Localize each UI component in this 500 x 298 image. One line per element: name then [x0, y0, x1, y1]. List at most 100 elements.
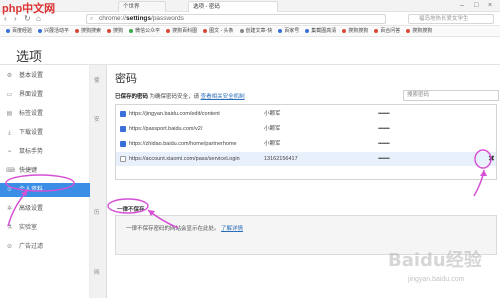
user-icon: ☺ [6, 187, 13, 193]
page-icon: ⌕ [90, 16, 94, 22]
browser-tab-options[interactable]: 选项 - 密码 [188, 1, 278, 12]
sidebar-item[interactable]: ▤ 标签设置 [6, 107, 90, 121]
sidebar-item[interactable]: ⚗ 实验室 [6, 221, 90, 235]
section-letter: 历 [94, 210, 100, 216]
advanced-icon: ✲ [6, 206, 13, 212]
password-username: 小颗军 [264, 111, 281, 117]
bookmark-item[interactable]: 创建文章-快 [239, 26, 273, 36]
lab-icon: ⚗ [6, 225, 13, 231]
browser-search-text: 福岛地热长爱女学生 [419, 16, 469, 22]
bookmark-label: 搜狗搜狗 [412, 28, 433, 34]
bookmark-label: 图文 - 头条 [209, 28, 234, 34]
bookmark-favicon-icon [278, 28, 283, 33]
sidebar-item[interactable]: ☺ 个人资料 [0, 183, 90, 197]
sidebar-item-label: 个人资料 [19, 187, 44, 193]
sidebar-item[interactable]: ⤓ 下载设置 [6, 126, 90, 140]
password-search-input[interactable]: 搜索密码 [403, 90, 499, 101]
url-prefix: chrome:// [99, 15, 127, 22]
password-row[interactable]: https://jingyan.baidu.com/edit/content 小颗… [116, 107, 496, 121]
bookmark-item[interactable]: 兴展活动平 [38, 26, 70, 36]
logo-text: php中文网 [2, 3, 56, 15]
bookmark-item[interactable]: 百度经验 [6, 26, 32, 36]
browser-tab-1[interactable]: 个世界 [118, 1, 166, 12]
bookmark-favicon-icon [406, 28, 411, 33]
mouse-icon: ⌁ [7, 149, 12, 155]
sidebar-item[interactable]: ⚙ 基本设置 [6, 69, 90, 83]
bookmark-label: 微信公众平 [135, 28, 161, 34]
password-username: 小颗军 [264, 126, 281, 132]
sidebar-item-label: 界面设置 [19, 92, 44, 98]
close-window-icon[interactable]: × [488, 1, 492, 10]
sidebar-item-label: 标签设置 [19, 111, 44, 117]
minimize-icon[interactable]: – [460, 1, 464, 10]
bookmark-favicon-icon [6, 28, 10, 33]
gear-icon: ⚙ [6, 73, 13, 79]
password-masked: •••••••• [378, 141, 390, 147]
download-icon: ⤓ [8, 130, 11, 136]
bookmark-item[interactable]: 百合问答 [374, 26, 400, 36]
url-bold: settings [126, 15, 152, 22]
password-masked: •••••••• [378, 156, 390, 162]
sidebar-item[interactable]: ⌁ 鼠标手势 [6, 145, 90, 159]
sidebar-item-label: 鼠标手势 [19, 149, 44, 155]
page-title: 选项 [16, 49, 43, 64]
saved-note: 为确保密码安全，请 [149, 94, 200, 100]
bookmark-item[interactable]: 搜狗搜狗 [342, 26, 369, 36]
bookmark-item[interactable]: 百家号 [278, 26, 300, 36]
bookmark-item[interactable]: 图文 - 头条 [203, 26, 234, 36]
sidebar-item-label: 快捷键 [19, 168, 38, 174]
bookmark-label: 搜狗搜狗 [348, 28, 369, 34]
tab-label: 个世界 [123, 4, 140, 10]
url-input[interactable]: ⌕ chrome://settings/passwords [86, 14, 386, 24]
password-masked: •••••••• [378, 111, 390, 117]
bookmark-label: 创建文章-快 [245, 28, 273, 34]
sidebar-item-label: 广告过滤 [19, 244, 44, 250]
settings-sidebar: ⚙ 基本设置 ▭ 界面设置 ▤ 标签设置 ⤓ 下载设置 ⌁ 鼠标手势 ⌨ 快捷键 ☺ 个人资料 ✲ 高级设置 ⚗… [0, 65, 90, 298]
baidu-paw-icon [120, 111, 126, 117]
sidebar-item[interactable]: ⌨ 快捷键 [6, 164, 90, 178]
bookmark-label: 集截图高清 [311, 28, 337, 34]
bookmark-item[interactable]: 微信公众平 [129, 26, 161, 36]
tab-label: 选项 - 密码 [193, 4, 220, 10]
tag-icon: ▤ [6, 111, 13, 117]
bookmark-item[interactable]: 搜狗百科图 [166, 26, 197, 36]
bookmark-favicon-icon [374, 28, 379, 33]
never-text: 一律不保存密码的网站会显示在此处。 [126, 226, 220, 232]
filter-icon: ⊘ [6, 244, 13, 250]
bookmark-favicon-icon [305, 28, 310, 33]
maximize-icon[interactable]: □ [474, 1, 478, 10]
password-site-url: https://zhidao.baidu.com/home/partnerhom… [129, 141, 237, 147]
bookmark-label: 百家号 [284, 28, 300, 34]
password-row[interactable]: https://passport.baidu.com/v2/小颗军 •••••••… [116, 122, 496, 136]
password-username: 小颗军 [264, 141, 281, 147]
section-letter: 使 [94, 78, 100, 84]
password-site-url: https://account.xiaomi.com/pass/serviceL… [129, 156, 240, 162]
keyboard-icon: ⌨ [6, 168, 15, 174]
saved-passwords-list: https://jingyan.baidu.com/edit/content 小颗… [115, 104, 497, 180]
sidebar-item-label: 基本设置 [19, 73, 44, 79]
bookmark-favicon-icon [342, 28, 347, 33]
jingyan-watermark: jingyan.baidu.com [408, 276, 465, 283]
baidu-watermark: Baidu经验 [388, 250, 482, 271]
bookmark-item[interactable]: 搜狗 [107, 26, 123, 36]
browser-search-input[interactable]: 福岛地热长爱女学生 [408, 14, 494, 24]
tab-bar: 个世界 选项 - 密码 – □ × [0, 0, 500, 12]
bookmark-favicon-icon [129, 28, 134, 33]
delete-password-icon[interactable]: ✖ [486, 153, 497, 164]
section-letter: 网 [94, 270, 100, 276]
bookmark-item[interactable]: 搜狗搜索 [75, 26, 101, 36]
password-row[interactable]: https://zhidao.baidu.com/home/partnerhom… [116, 137, 496, 151]
bookmark-label: 兴展活动平 [44, 28, 70, 34]
sidebar-item[interactable]: ⊘ 广告过滤 [6, 240, 90, 254]
baidu-paw-icon [120, 141, 126, 147]
learn-more-link[interactable]: 了解详情 [221, 226, 243, 232]
bookmarks-bar: 百度经验 兴展活动平 搜狗搜索 搜狗 微信公众平 搜狗百科图 图文 - 头条 创建文章-快 百家… [0, 26, 500, 37]
password-row[interactable]: https://account.xiaomi.com/pass/serviceL… [116, 152, 496, 166]
sidebar-item[interactable]: ✲ 高级设置 [6, 202, 90, 216]
sidebar-item[interactable]: ▭ 界面设置 [6, 88, 90, 102]
bookmark-item[interactable]: 集截图高清 [305, 26, 337, 36]
security-link[interactable]: 查看相关安全机制 [201, 94, 245, 100]
saved-label: 已保存的密码 [115, 94, 149, 100]
layout-icon: ▭ [6, 92, 13, 98]
bookmark-item[interactable]: 搜狗搜狗 [406, 26, 433, 36]
